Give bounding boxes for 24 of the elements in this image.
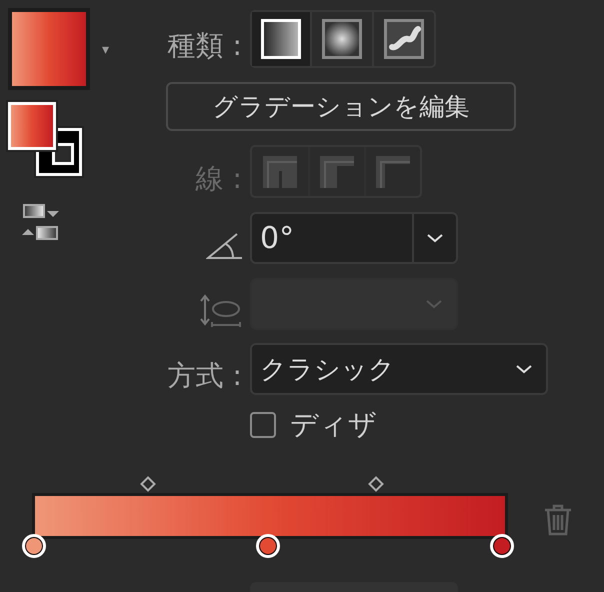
aspect-ratio-icon (200, 294, 242, 328)
color-stop[interactable] (256, 534, 280, 558)
dither-label: ディザ (290, 407, 377, 443)
linear-gradient-icon (261, 19, 301, 59)
method-label: 方式 : (168, 358, 242, 394)
radial-gradient-icon (322, 19, 362, 59)
angle-field[interactable]: 0° (250, 212, 458, 264)
gradient-type-button[interactable] (252, 12, 310, 66)
color-stop[interactable] (22, 534, 46, 558)
type-label: 種類 : (168, 28, 242, 64)
color-stop[interactable] (490, 534, 514, 558)
dither-checkbox[interactable] (250, 412, 276, 438)
stroke-label: 線 : (196, 160, 242, 196)
fill-swatch[interactable] (8, 8, 90, 90)
edit-gradient-button[interactable]: グラデーションを編集 (166, 82, 516, 131)
fill-menu-caret[interactable]: ▾ (102, 42, 110, 58)
freeform-gradient-icon (384, 19, 424, 59)
chevron-down-icon (425, 299, 443, 309)
chevron-down-icon (515, 364, 533, 374)
method-dropdown[interactable]: クラシック (250, 343, 548, 395)
chevron-down-icon (426, 233, 444, 243)
midpoint-handle[interactable] (368, 476, 384, 492)
reverse-gradient-icon[interactable] (20, 204, 62, 242)
midpoint-handle[interactable] (140, 476, 156, 492)
